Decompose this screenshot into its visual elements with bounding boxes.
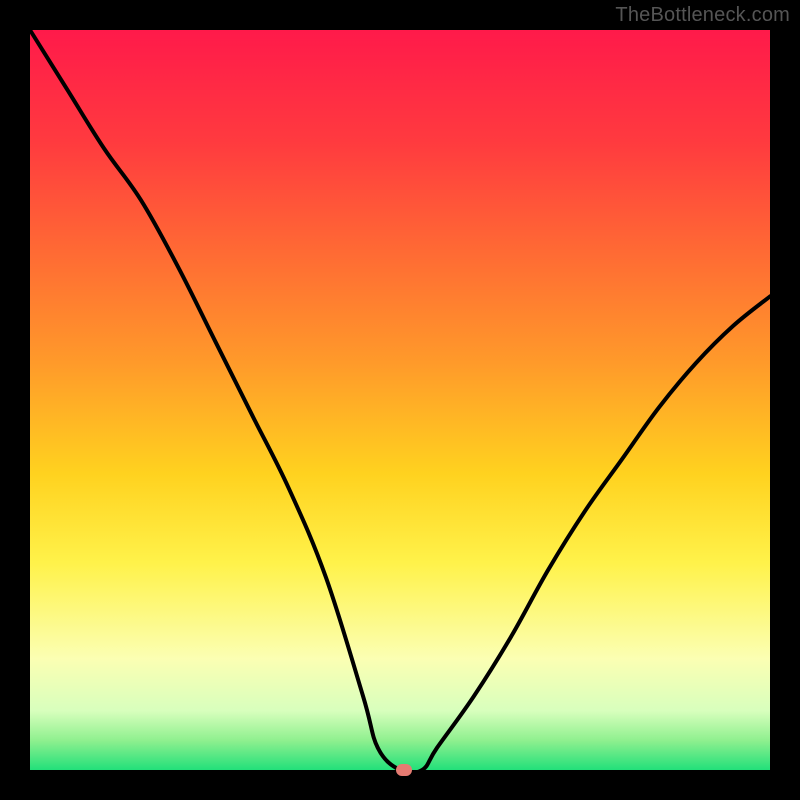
- curve-svg: [30, 30, 770, 770]
- bottleneck-curve-path: [30, 30, 770, 773]
- chart-container: TheBottleneck.com: [0, 0, 800, 800]
- attribution-label: TheBottleneck.com: [615, 4, 790, 27]
- plot-area: [30, 30, 770, 770]
- optimum-marker: [396, 764, 412, 776]
